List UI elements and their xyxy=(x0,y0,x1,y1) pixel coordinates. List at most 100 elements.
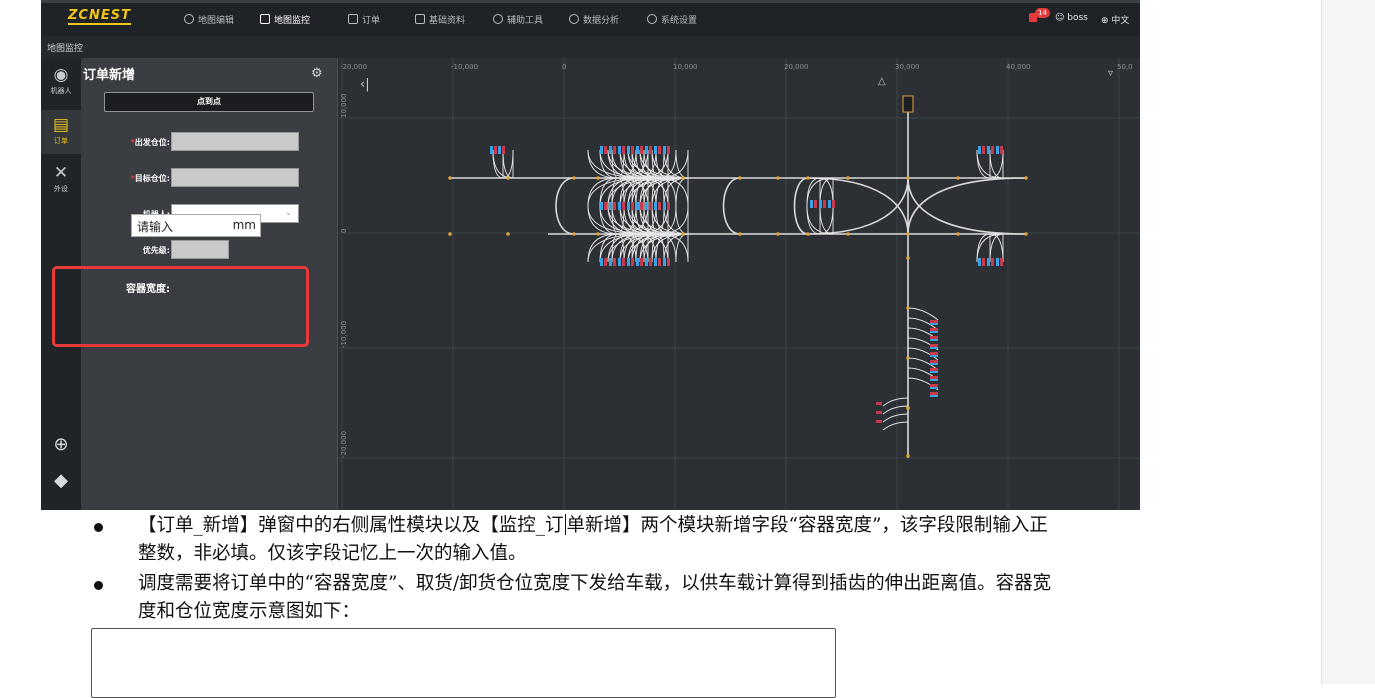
map-node xyxy=(681,176,685,180)
nav-orders[interactable]: 订单 xyxy=(348,13,380,26)
map-node xyxy=(956,232,960,236)
rack-slot xyxy=(1000,146,1003,154)
rack-slot xyxy=(930,323,938,325)
rack-slot xyxy=(627,258,630,266)
x-tick-label: 40,000 xyxy=(1006,63,1031,71)
rack-slot xyxy=(987,258,990,266)
map-node xyxy=(846,232,850,236)
target-location-input[interactable] xyxy=(171,168,299,187)
panel-title: 订单新增 xyxy=(83,68,136,83)
rack-slot xyxy=(1000,258,1003,266)
rack-slot xyxy=(502,146,505,154)
rack-slot xyxy=(819,200,822,208)
rack-slot xyxy=(622,258,625,266)
rack-slot xyxy=(663,202,666,210)
rack-slot xyxy=(930,368,938,371)
rail-item-peripherals[interactable]: ✕ 外设 xyxy=(41,158,81,202)
rack-slot xyxy=(627,146,630,154)
nav-data-analysis[interactable]: 数据分析 xyxy=(569,13,619,26)
container-width-input[interactable]: 请输入 mm xyxy=(131,214,261,237)
x-tick-label: -10,000 xyxy=(451,63,478,71)
map-node xyxy=(448,232,452,236)
rack-slot xyxy=(498,146,501,154)
clipboard-icon: ▤ xyxy=(52,115,70,135)
nav-map-edit[interactable]: 地图编辑 xyxy=(184,13,234,26)
y-tick-label: 0 xyxy=(340,229,348,233)
map-node xyxy=(506,232,510,236)
map-node xyxy=(846,176,850,180)
user-icon: ☺ xyxy=(1055,13,1068,23)
rack-slot xyxy=(663,258,666,266)
rack-slot xyxy=(930,347,938,349)
start-location-label: *出发仓位: xyxy=(130,138,170,147)
rack-slot xyxy=(930,371,938,373)
rack-slot xyxy=(649,146,652,154)
map-node xyxy=(506,176,510,180)
rack-slot xyxy=(600,258,603,266)
map-branch xyxy=(819,205,834,235)
rack-slot xyxy=(930,379,938,381)
rack-slot xyxy=(658,146,661,154)
rack-slot xyxy=(991,258,994,266)
rack-slot xyxy=(930,384,938,387)
map-branch xyxy=(675,233,689,263)
map-node xyxy=(906,176,910,180)
rack-slot xyxy=(618,202,621,210)
crosshair-icon[interactable]: ⊕ xyxy=(41,434,81,455)
notification-badge: 14 xyxy=(1035,8,1050,18)
bullet-dot xyxy=(94,581,103,590)
bullet-item: 【订单_新增】弹窗中的右侧属性模块以及【监控_订 单新增】两个模块新增字段“容器宽… xyxy=(92,512,1272,568)
point-to-point-button[interactable]: 点到点 xyxy=(104,92,314,112)
map-node xyxy=(806,232,810,236)
map-canvas[interactable]: -20,000 -10,000 0 10,000 20,000 30,000 40,000 5… xyxy=(338,58,1140,510)
compass-icon[interactable]: △ xyxy=(878,76,886,87)
x-tick-label: -20,000 xyxy=(340,63,367,71)
layers-icon[interactable]: ◆ xyxy=(41,470,81,491)
text-cursor xyxy=(564,514,566,535)
nav-aux-tools[interactable]: 辅助工具 xyxy=(493,13,543,26)
bullet-item: 调度需要将订单中的“容器宽度”、取货/卸货仓位宽度下发给车载，以供车载计算得到插… xyxy=(92,570,1272,626)
rack-slot xyxy=(876,402,882,405)
nav-map-monitor[interactable]: 地图监控 xyxy=(260,13,310,26)
map-node xyxy=(681,232,685,236)
map-node xyxy=(906,406,910,410)
language-switch[interactable]: ⊕ 中文 xyxy=(1101,13,1129,26)
rack-slot xyxy=(930,328,938,331)
rack-slot xyxy=(618,258,621,266)
nav-system-settings[interactable]: 系统设置 xyxy=(647,13,697,26)
rack-slot xyxy=(640,258,643,266)
map-node xyxy=(776,176,780,180)
map-pin-icon xyxy=(184,14,194,24)
rack-slot xyxy=(930,336,938,339)
user-menu[interactable]: ☺ boss xyxy=(1055,13,1088,23)
x-tick-label: 20,000 xyxy=(784,63,809,71)
rack-slot xyxy=(613,146,616,154)
start-location-input[interactable] xyxy=(171,132,299,151)
rack-slot xyxy=(930,344,938,347)
rack-slot xyxy=(645,146,648,154)
map-node xyxy=(906,306,910,310)
map-branch xyxy=(882,421,909,431)
map-branch xyxy=(882,413,909,423)
chart-icon xyxy=(260,14,270,24)
map-node xyxy=(906,256,910,260)
rack-slot xyxy=(622,146,625,154)
rack-slot xyxy=(604,146,607,154)
rack-slot xyxy=(930,387,938,389)
map-branch xyxy=(502,149,514,179)
map-node xyxy=(956,176,960,180)
collapse-icon[interactable]: ‹| xyxy=(360,77,370,92)
highlight-box xyxy=(52,266,309,347)
filter-icon[interactable]: ▿ xyxy=(1108,68,1113,79)
priority-input[interactable] xyxy=(171,240,229,259)
nav-base-data[interactable]: 基础资料 xyxy=(415,13,465,26)
rail-item-orders[interactable]: ▤ 订单 xyxy=(41,110,81,154)
map-branch xyxy=(675,149,689,179)
rack-slot xyxy=(930,395,938,397)
rack-slot xyxy=(640,202,643,210)
gear-icon[interactable]: ⚙ xyxy=(311,66,323,81)
rack-slot xyxy=(930,331,938,333)
rack-slot xyxy=(609,258,612,266)
rack-slot xyxy=(636,202,639,210)
rail-item-robot[interactable]: ◉ 机器人 xyxy=(41,60,81,104)
